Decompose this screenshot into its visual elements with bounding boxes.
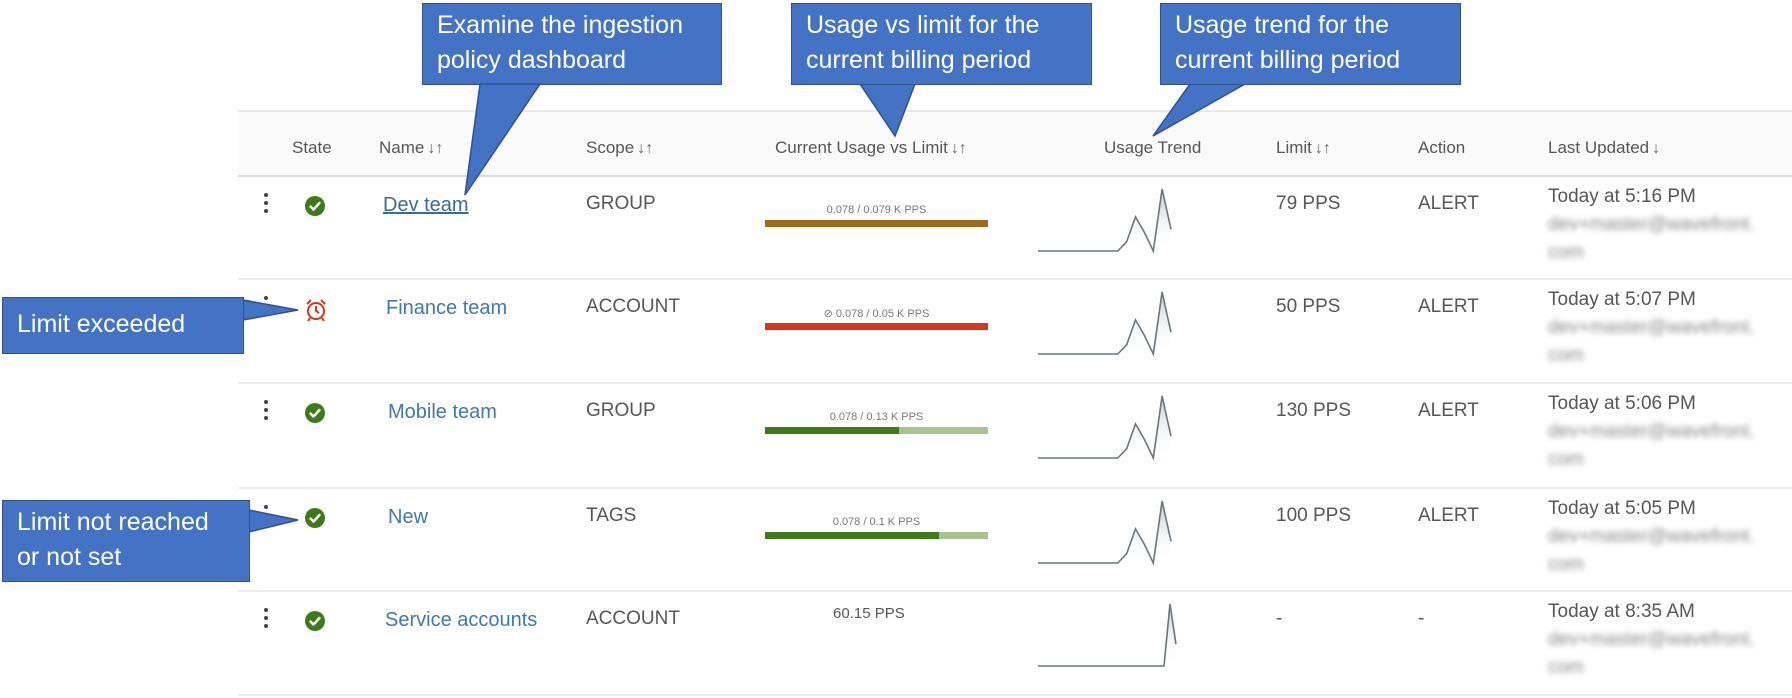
callout-pointers xyxy=(242,83,1248,533)
callout-limit-exceeded: Limit exceeded xyxy=(2,297,244,354)
callout-pointer-examine xyxy=(464,83,542,196)
callout-limit-not-reached: Limit not reached or not set xyxy=(2,500,250,582)
callout-usage-vs-limit: Usage vs limit for the current billing p… xyxy=(791,3,1092,85)
callout-pointer-exceeded xyxy=(242,299,299,321)
callout-usage-trend: Usage trend for the current billing peri… xyxy=(1160,3,1461,85)
callout-pointer-usage xyxy=(858,83,917,138)
callout-pointer-trend xyxy=(1152,83,1248,137)
callout-pointer-notreached xyxy=(248,509,299,533)
